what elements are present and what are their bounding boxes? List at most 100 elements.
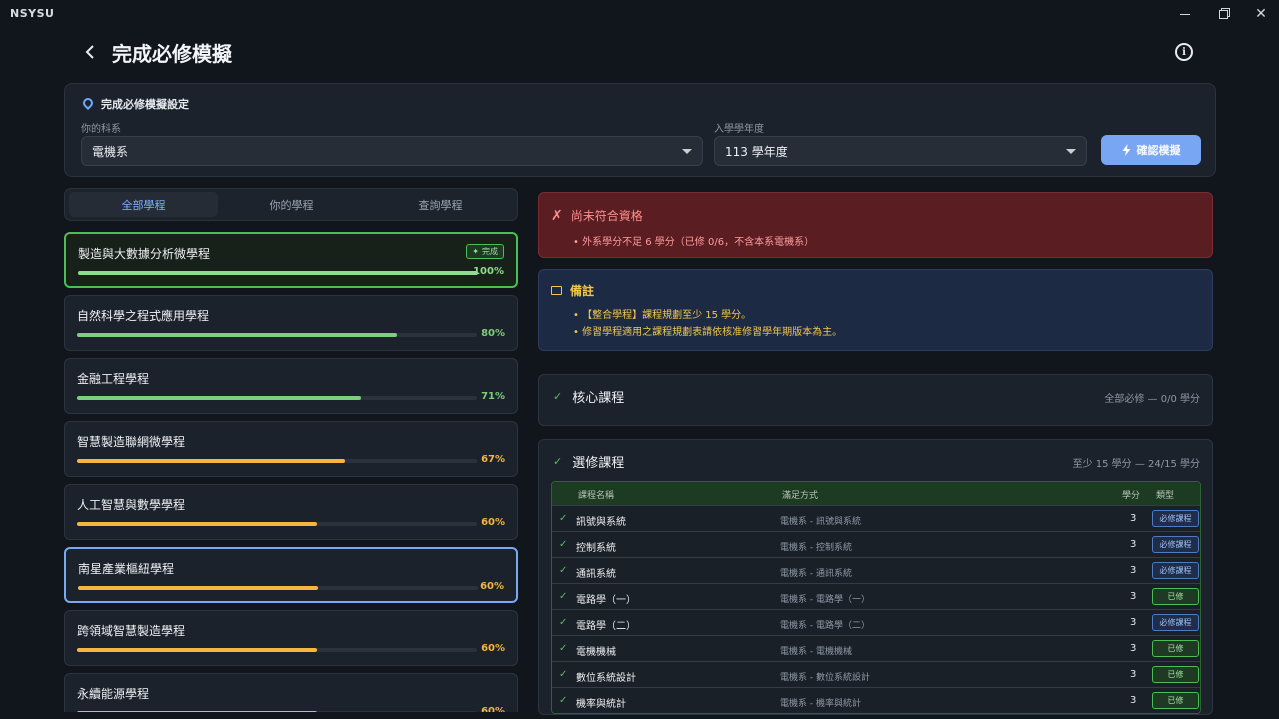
location-pin-icon	[83, 98, 93, 110]
program-card[interactable]: 自然科學之程式應用學程 80%	[64, 295, 518, 351]
course-type-badge: 必修課程	[1152, 562, 1199, 579]
credits: 3	[1130, 617, 1137, 628]
confirm-simulation-button[interactable]: 確認模擬	[1101, 135, 1201, 165]
close-button[interactable]: ✕	[1246, 3, 1276, 25]
satisfied-by: 電機系 - 機率與統計	[780, 699, 861, 709]
progress-percent: 100%	[473, 266, 504, 277]
core-courses-title: 核心課程	[572, 391, 625, 406]
course-name: 控制系統	[576, 543, 616, 554]
settings-header: 完成必修模擬設定	[83, 96, 189, 112]
info-button[interactable]: i	[1175, 43, 1193, 61]
back-button[interactable]	[78, 40, 102, 64]
progress-fill	[77, 333, 397, 337]
program-card[interactable]: 金融工程學程 71%	[64, 358, 518, 414]
chevron-left-icon	[85, 45, 94, 59]
table-row[interactable]: ✓ 訊號與系統 電機系 - 訊號與系統 3 必修課程	[552, 505, 1200, 531]
elective-courses-section[interactable]: ✓ 選修課程 至少 15 學分 — 24/15 學分 課程名稱 滿足方式 學分 …	[538, 439, 1213, 715]
progress-track	[78, 586, 478, 590]
course-name: 電機機械	[576, 647, 616, 658]
program-name: 金融工程學程	[77, 372, 150, 386]
progress-fill	[77, 648, 317, 652]
satisfied-by: 電機系 - 通訊系統	[780, 569, 852, 579]
satisfied-by: 電機系 - 電路學（一）	[780, 595, 870, 605]
program-card[interactable]: 永續能源學程 60%	[64, 673, 518, 712]
program-card[interactable]: 人工智慧與數學學程 60%	[64, 484, 518, 540]
check-icon: ✓	[559, 539, 568, 550]
satisfied-by: 電機系 - 數位系統設計	[780, 673, 870, 683]
restore-icon	[1218, 9, 1228, 19]
credits: 3	[1130, 669, 1137, 680]
course-name: 電路學（一）	[576, 595, 636, 606]
progress-percent: 60%	[480, 581, 504, 592]
col-satisfied-by: 滿足方式	[782, 491, 819, 501]
year-select[interactable]: 113 學年度	[714, 136, 1087, 166]
check-icon: ✓	[559, 695, 568, 706]
credits: 3	[1130, 695, 1137, 706]
check-icon: ✓	[553, 455, 563, 468]
program-tabs: 全部學程 你的學程 查詢學程	[64, 188, 518, 221]
minimize-button[interactable]	[1170, 3, 1200, 25]
course-type-badge: 必修課程	[1152, 536, 1199, 553]
course-type-badge: 必修課程	[1152, 510, 1199, 527]
progress-fill	[78, 586, 318, 590]
course-name: 訊號與系統	[576, 517, 626, 528]
tab-your-programs[interactable]: 你的學程	[217, 192, 366, 217]
note-title: 備註	[570, 284, 595, 298]
col-course-name: 課程名稱	[578, 491, 615, 501]
progress-fill	[77, 459, 345, 463]
core-courses-section[interactable]: ✓ 核心課程 全部必修 — 0/0 學分	[538, 374, 1213, 426]
elective-courses-header: ✓ 選修課程	[553, 452, 624, 471]
table-row[interactable]: ✓ 控制系統 電機系 - 控制系統 3 必修課程	[552, 531, 1200, 557]
course-name: 電路學（二）	[576, 621, 636, 632]
table-row[interactable]: ✓ 電路學（二） 電機系 - 電路學（二） 3 必修課程	[552, 609, 1200, 635]
col-credits: 學分	[1122, 491, 1141, 501]
course-name: 數位系統設計	[576, 673, 636, 684]
celebration-icon: ✦	[472, 247, 479, 256]
table-row[interactable]: ✓ 通訊系統 電機系 - 通訊系統 3 必修課程	[552, 557, 1200, 583]
table-row[interactable]: ✓ 電機機械 電機系 - 電機機械 3 已修	[552, 635, 1200, 661]
progress-percent: 80%	[481, 328, 505, 339]
table-row[interactable]: ✓ 機率與統計 電機系 - 機率與統計 3 已修	[552, 687, 1200, 713]
program-card[interactable]: 製造與大數據分析微學程 ✦ 完成 100%	[64, 232, 518, 288]
restore-button[interactable]	[1208, 3, 1238, 25]
alert-header: ✗ 尚未符合資格	[551, 207, 643, 224]
program-card[interactable]: 跨領域智慧製造學程 60%	[64, 610, 518, 666]
course-name: 通訊系統	[576, 569, 616, 580]
check-icon: ✓	[559, 565, 568, 576]
alert-title: 尚未符合資格	[570, 209, 643, 223]
department-select[interactable]: 電機系	[81, 136, 703, 166]
program-card[interactable]: 智慧製造聯網微學程 67%	[64, 421, 518, 477]
program-name: 自然科學之程式應用學程	[77, 309, 210, 323]
note-box: 備註 • 【整合學程】課程規劃至少 15 學分。 • 修習學程適用之課程規劃表請…	[538, 269, 1213, 351]
progress-fill	[78, 271, 478, 275]
credits: 3	[1130, 591, 1137, 602]
year-value: 113 學年度	[725, 144, 788, 159]
tab-search-programs[interactable]: 查詢學程	[366, 192, 515, 217]
table-header: 課程名稱 滿足方式 學分 類型	[552, 482, 1200, 505]
program-name: 智慧製造聯網微學程	[77, 435, 186, 449]
table-row[interactable]: ✓ 電路學（一） 電機系 - 電路學（一） 3 已修	[552, 583, 1200, 609]
cross-icon: ✗	[551, 207, 563, 224]
progress-percent: 60%	[481, 643, 505, 654]
elective-courses-meta: 至少 15 學分 — 24/15 學分	[1072, 459, 1200, 470]
progress-track	[77, 396, 477, 400]
progress-fill	[77, 522, 317, 526]
year-label: 入學學年度	[714, 124, 764, 135]
program-name: 跨領域智慧製造學程	[77, 624, 186, 638]
folder-icon	[551, 286, 562, 295]
elective-course-table: 課程名稱 滿足方式 學分 類型 ✓ 訊號與系統 電機系 - 訊號與系統 3 必修課程 ✓ 控…	[551, 481, 1201, 714]
satisfied-by: 電機系 - 電機機械	[780, 647, 852, 657]
course-type-badge: 已修	[1152, 640, 1199, 657]
credits: 3	[1130, 513, 1137, 524]
program-card[interactable]: 南星產業樞紐學程 60%	[64, 547, 518, 603]
progress-fill	[77, 711, 317, 712]
department-label: 你的科系	[81, 124, 121, 135]
chevron-down-icon	[682, 149, 692, 154]
table-row[interactable]: ✓ 數位系統設計 電機系 - 數位系統設計 3 已修	[552, 661, 1200, 687]
completed-badge-label: 完成	[482, 247, 498, 256]
check-icon: ✓	[559, 591, 568, 602]
core-courses-meta: 全部必修 — 0/0 學分	[1104, 394, 1200, 405]
tab-all-programs[interactable]: 全部學程	[69, 192, 218, 217]
table-body: ✓ 訊號與系統 電機系 - 訊號與系統 3 必修課程 ✓ 控制系統 電機系 - 控制系統 3 必修…	[552, 505, 1200, 713]
course-type-badge: 已修	[1152, 692, 1199, 709]
